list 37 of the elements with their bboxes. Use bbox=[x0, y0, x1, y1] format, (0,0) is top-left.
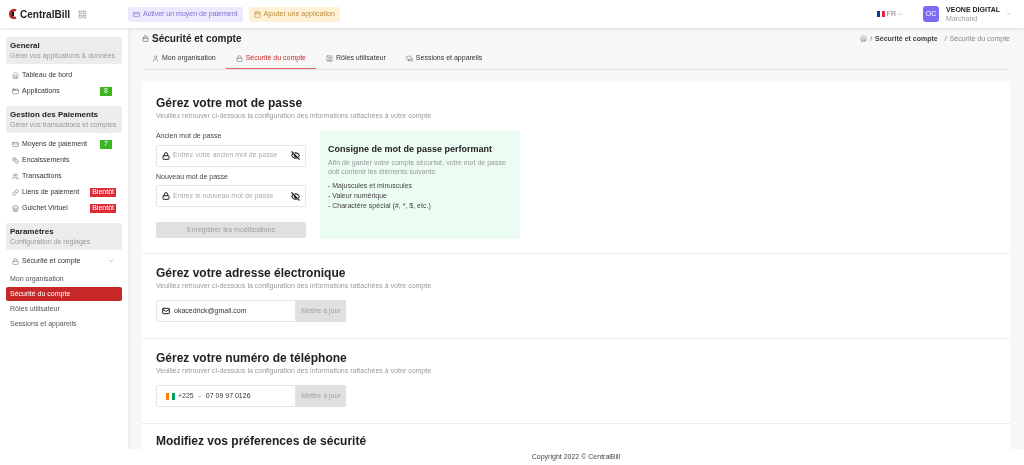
home-icon[interactable] bbox=[860, 35, 868, 43]
lock-icon bbox=[142, 35, 149, 43]
home-icon bbox=[12, 71, 19, 79]
lock-icon bbox=[12, 257, 19, 265]
users-icon bbox=[12, 172, 19, 180]
flag-icon bbox=[877, 11, 885, 17]
eye-off-icon[interactable] bbox=[291, 191, 300, 201]
mail-icon bbox=[162, 307, 170, 315]
lock-icon bbox=[235, 55, 243, 62]
section-title: Gérez votre adresse électronique bbox=[156, 266, 347, 281]
page-title: Sécurité et compte bbox=[152, 32, 242, 47]
coins-icon bbox=[12, 156, 19, 164]
tip-title: Consigne de mot de passe performant bbox=[328, 143, 494, 155]
caret-icon[interactable] bbox=[1006, 11, 1012, 17]
section-title: Paramètres bbox=[10, 227, 55, 237]
user-badge-icon bbox=[326, 55, 333, 62]
card-icon bbox=[133, 10, 140, 18]
caret-icon[interactable] bbox=[196, 393, 202, 399]
user-icon bbox=[152, 55, 159, 62]
flag-icon bbox=[166, 392, 175, 400]
lock-icon bbox=[162, 151, 170, 160]
devices-icon bbox=[405, 55, 413, 62]
section-title: Gestion des Paiements bbox=[10, 110, 100, 120]
link-icon bbox=[12, 188, 19, 196]
eye-off-icon[interactable] bbox=[291, 151, 300, 160]
logo-icon bbox=[8, 8, 18, 20]
section-title: General bbox=[10, 41, 41, 51]
caret-icon bbox=[108, 258, 114, 264]
section-title: Modifiez vos préferences de sécurité bbox=[156, 434, 368, 449]
grid-icon[interactable] bbox=[78, 9, 87, 19]
card-icon bbox=[12, 140, 19, 148]
lock-icon bbox=[162, 192, 170, 200]
section-title: Gérez votre numéro de téléphone bbox=[156, 351, 348, 366]
section-title: Gérez votre mot de passe bbox=[156, 96, 304, 111]
caret-icon bbox=[898, 11, 904, 17]
store-icon bbox=[12, 204, 19, 212]
logo-text: CentralBill bbox=[20, 7, 70, 22]
